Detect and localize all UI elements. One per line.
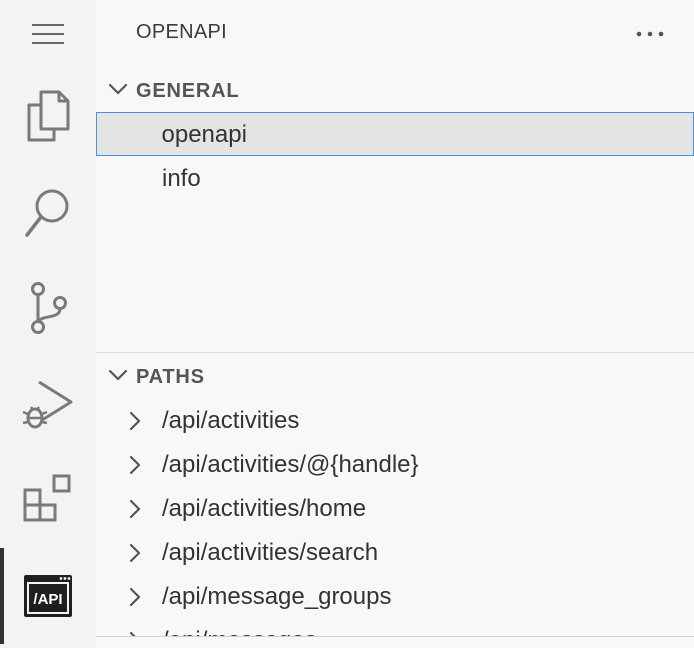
section-paths-title: PATHS (136, 366, 205, 388)
hamburger-menu-icon (32, 24, 64, 44)
section-general-title: GENERAL (136, 80, 240, 102)
tree-item-label: /api/message_groups (162, 583, 392, 610)
section-general-header[interactable]: GENERAL (96, 68, 694, 112)
chevron-right-icon (129, 455, 141, 475)
paths-list[interactable]: /api/activities /api/activities/@{handle… (96, 398, 694, 636)
sidebar-title: OPENAPI (136, 21, 228, 43)
tree-item-path[interactable]: /api/activities/@{handle} (96, 442, 694, 486)
search-icon (25, 189, 69, 237)
run-debug-button[interactable] (0, 374, 96, 434)
tree-item-label: /api/activities/home (162, 495, 367, 522)
chevron-right-icon (129, 587, 141, 607)
tree-item-path[interactable]: /api/activities/home (96, 486, 694, 530)
tree-item-path[interactable]: /api/messages (96, 618, 694, 636)
source-control-icon (31, 282, 67, 334)
tree-item-path[interactable]: /api/message_groups (96, 574, 694, 618)
sidebar-header: OPENAPI (96, 0, 694, 68)
section-paths-header[interactable]: PATHS (96, 354, 694, 398)
search-button[interactable] (0, 182, 96, 242)
chevron-right-icon (129, 411, 141, 431)
tree-item-label: /api/activities (162, 407, 300, 434)
activity-bar: /API (0, 0, 96, 648)
openapi-sidebar: OPENAPI GENERAL openapi info PATHS /api/… (96, 0, 694, 648)
tree-item-label: info (162, 165, 201, 192)
section-divider[interactable] (96, 352, 694, 353)
tree-item-info[interactable]: info (96, 156, 694, 200)
tree-item-openapi[interactable]: openapi (96, 112, 694, 156)
panel-border (96, 636, 694, 637)
chevron-right-icon (129, 499, 141, 519)
chevron-right-icon (129, 543, 141, 563)
tree-item-path[interactable]: /api/activities/search (96, 530, 694, 574)
extensions-icon (23, 474, 71, 522)
svg-text:/API: /API (33, 591, 62, 608)
openapi-button[interactable]: /API (0, 548, 96, 644)
explorer-button[interactable] (0, 86, 96, 146)
tree-item-label: /api/activities/search (162, 539, 379, 566)
tree-item-label: /api/activities/@{handle} (162, 451, 419, 478)
run-debug-icon (22, 380, 73, 429)
tree-item-label: /api/messages (162, 627, 317, 636)
tree-item-label: openapi (161, 120, 247, 148)
vscode-window: /API OPENAPI GENERAL openapi info PATHS … (0, 0, 694, 648)
menu-button[interactable] (0, 14, 96, 54)
files-icon (27, 90, 70, 142)
extensions-button[interactable] (0, 470, 96, 530)
source-control-button[interactable] (0, 278, 96, 338)
chevron-down-icon (108, 369, 128, 381)
tree-item-path[interactable]: /api/activities (96, 398, 694, 442)
more-actions-icon[interactable] (636, 31, 664, 37)
chevron-down-icon (108, 83, 128, 95)
openapi-icon: /API (24, 575, 72, 617)
